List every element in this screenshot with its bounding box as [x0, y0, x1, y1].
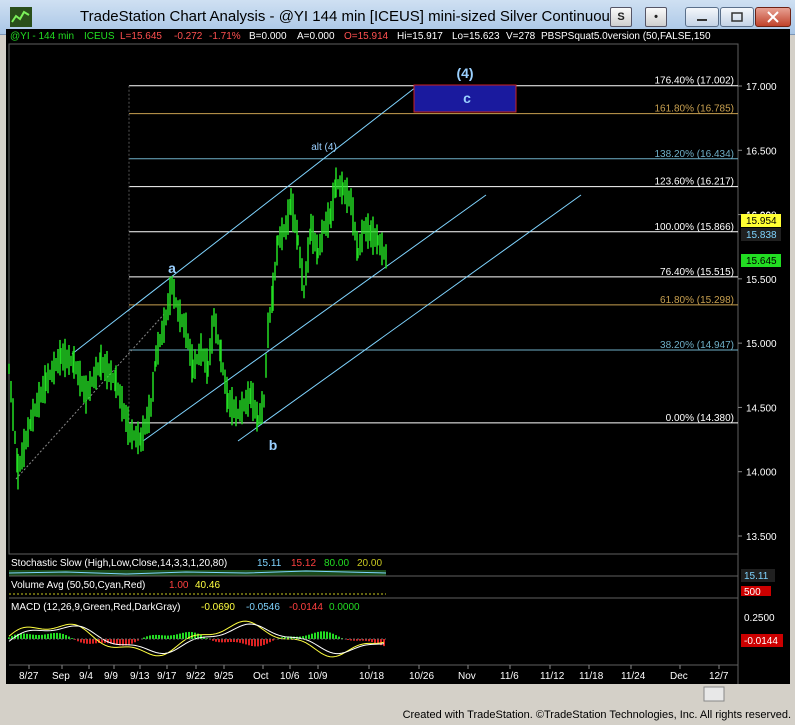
- stochastic-k: 15.11: [257, 558, 282, 569]
- price-tick-label: 17.000: [746, 82, 777, 93]
- date-tick-label: 8/27: [19, 671, 39, 682]
- wave-a-label: a: [168, 260, 176, 276]
- date-tick-label: 10/26: [409, 671, 434, 682]
- date-tick-label: 9/17: [157, 671, 177, 682]
- fib-level-label: 61.80% (15.298): [660, 295, 734, 306]
- macd-diff: -0.0144: [289, 602, 323, 613]
- date-tick-label: 12/7: [709, 671, 729, 682]
- maximize-icon: [731, 12, 743, 22]
- fib-level-label: 38.20% (14.947): [660, 340, 734, 351]
- fib-level-label: 138.20% (16.434): [654, 149, 734, 160]
- chart-window: @YI - 144 min ICEUS L=15.645 -0.272 -1.7…: [6, 29, 790, 705]
- date-tick-label: 11/18: [579, 671, 604, 682]
- horizontal-scrollbar[interactable]: [6, 684, 790, 705]
- date-tick-label: 9/22: [186, 671, 206, 682]
- price-bars: [8, 167, 387, 490]
- price-tick-label: 13.500: [746, 532, 777, 543]
- date-tick-label: Sep: [52, 671, 70, 682]
- footer: Created with TradeStation. ©TradeStation…: [0, 705, 795, 725]
- fib-level-label: 0.00% (14.380): [666, 413, 734, 424]
- stochastic-badge: 15.11: [744, 571, 769, 582]
- date-tick-label: 11/12: [540, 671, 565, 682]
- volume-badge: 500: [744, 587, 761, 598]
- date-tick-label: 11/6: [500, 671, 519, 682]
- date-tick-label: 9/4: [79, 671, 93, 682]
- macd-histogram: [8, 620, 386, 658]
- price-badge-3: 15.645: [746, 256, 777, 267]
- copyright-text: Created with TradeStation. ©TradeStation…: [402, 709, 791, 721]
- wave-4-label: (4): [456, 65, 473, 81]
- s-button[interactable]: S: [610, 7, 632, 27]
- macd-tick: 0.2500: [744, 613, 775, 624]
- volume-v2: 40.46: [195, 580, 220, 591]
- volume-label: Volume Avg (50,50,Cyan,Red): [11, 580, 145, 591]
- stochastic-d: 15.12: [291, 558, 316, 569]
- price-tick-label: 16.500: [746, 146, 777, 157]
- date-axis-ticks: 8/27 Sep 9/4 9/9 9/13 9/17 9/22 9/25 Oct 10/6 10/9…: [19, 665, 729, 682]
- date-tick-label: 9/13: [130, 671, 150, 682]
- stochastic-oversold: 20.00: [357, 558, 382, 569]
- date-tick-label: 10/9: [308, 671, 328, 682]
- macd-value: -0.0690: [201, 602, 235, 613]
- fib-level-label: 123.60% (16.217): [654, 177, 734, 188]
- wave-b-label: b: [269, 437, 278, 453]
- price-tick-label: 15.500: [746, 275, 777, 286]
- date-tick-label: 9/25: [214, 671, 234, 682]
- price-chart[interactable]: 176.40% (17.002) 161.80% (16.785) 138.20% …: [6, 29, 790, 705]
- date-tick-label: 10/6: [280, 671, 300, 682]
- price-badge-1: 15.954: [746, 216, 777, 227]
- date-tick-label: Nov: [458, 671, 476, 682]
- minimize-icon: [697, 19, 707, 21]
- close-icon: [767, 11, 779, 23]
- price-tick-label: 14.000: [746, 468, 777, 479]
- alt-4-label: alt (4): [311, 142, 337, 153]
- fib-level-label: 161.80% (16.785): [654, 104, 734, 115]
- fib-level-label: 76.40% (15.515): [660, 267, 734, 278]
- macd-zero: 0.0000: [329, 602, 360, 613]
- macd-avg: -0.0546: [246, 602, 280, 613]
- stochastic-overbought: 80.00: [324, 558, 349, 569]
- link-button[interactable]: •: [645, 7, 667, 27]
- macd-badge: -0.0144: [744, 636, 778, 647]
- price-axis-ticks: 17.00016.50016.00015.50015.00014.50014.0…: [738, 82, 777, 543]
- stochastic-band: [9, 570, 386, 576]
- price-tick-label: 14.500: [746, 403, 777, 414]
- volume-v1: 1.00: [169, 580, 189, 591]
- date-tick-label: Oct: [253, 671, 269, 682]
- channel-upper-line[interactable]: [71, 86, 417, 355]
- tradestation-logo-icon: [10, 7, 32, 27]
- close-button[interactable]: [755, 7, 791, 27]
- fib-level-label: 100.00% (15.866): [654, 222, 734, 233]
- wave-c-label: c: [463, 90, 471, 106]
- maximize-button[interactable]: [720, 7, 754, 27]
- minimize-button[interactable]: [685, 7, 719, 27]
- price-tick-label: 15.000: [746, 339, 777, 350]
- fib-level-label: 176.40% (17.002): [654, 76, 734, 87]
- date-tick-label: 9/9: [104, 671, 118, 682]
- date-tick-label: Dec: [670, 671, 688, 682]
- price-badge-2: 15.838: [746, 230, 777, 241]
- date-tick-label: 11/24: [621, 671, 646, 682]
- scrollbar-thumb[interactable]: [703, 686, 725, 702]
- stochastic-label: Stochastic Slow (High,Low,Close,14,3,3,1…: [11, 558, 227, 569]
- window-title: TradeStation Chart Analysis - @YI 144 mi…: [80, 8, 618, 25]
- macd-label: MACD (12,26,9,Green,Red,DarkGray): [11, 602, 181, 613]
- trend-channel: [15, 86, 582, 480]
- date-tick-label: 10/18: [359, 671, 384, 682]
